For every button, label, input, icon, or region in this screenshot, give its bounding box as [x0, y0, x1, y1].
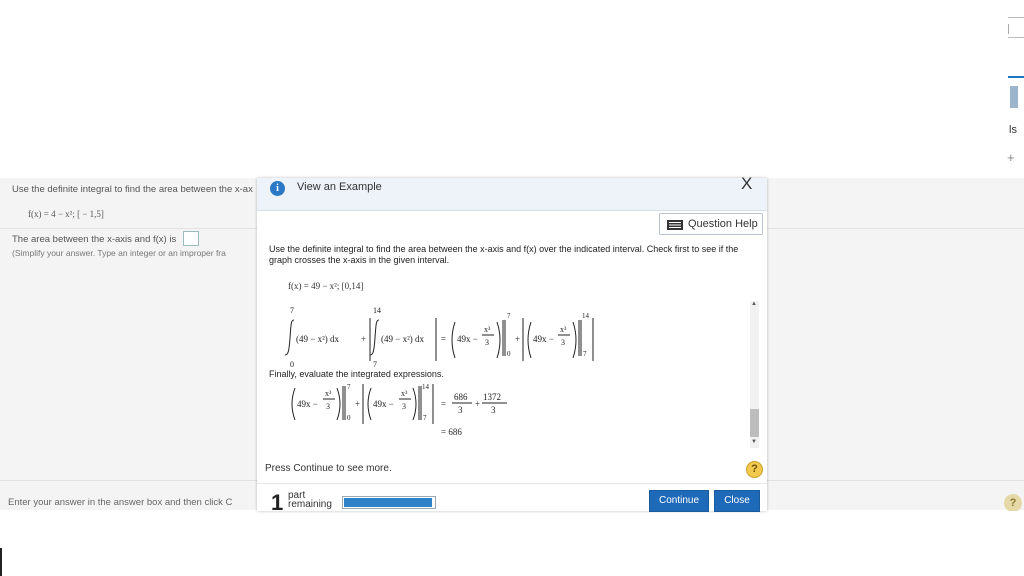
- eval-lower: 0: [347, 414, 351, 422]
- paren: [291, 387, 296, 421]
- evaluation-expression: 49x − x³ 3 7 0 + 49x − x³ 3 14 7 = 686 3…: [291, 383, 507, 437]
- upper-limit: 7: [290, 306, 294, 315]
- parts-remaining-count: 1: [271, 490, 284, 515]
- continue-button[interactable]: Continue: [649, 490, 709, 512]
- divider: [1008, 17, 1024, 18]
- plus-sign: +: [475, 399, 480, 409]
- fraction-denominator: 3: [326, 402, 330, 411]
- bg-question-text: Use the definite integral to find the ar…: [12, 184, 253, 195]
- bg-footer-text: Enter your answer in the answer box and …: [8, 497, 233, 508]
- plus-sign: +: [361, 334, 366, 344]
- divider: [1008, 37, 1024, 38]
- divider: [1008, 24, 1009, 34]
- plus-sign: +: [355, 399, 360, 409]
- scroll-thumb[interactable]: [750, 409, 759, 437]
- scroll-down-icon[interactable]: ▼: [751, 439, 757, 445]
- eval-upper: 14: [422, 383, 430, 391]
- result-denominator: 3: [491, 405, 496, 415]
- paren: [527, 321, 532, 359]
- list-icon: [667, 220, 683, 230]
- dialog-title: View an Example: [297, 181, 382, 193]
- eval-upper: 14: [582, 312, 590, 320]
- press-continue-text: Press Continue to see more.: [265, 463, 392, 474]
- question-help-label: Question Help: [688, 218, 758, 230]
- progress-bar: [342, 496, 436, 509]
- close-button[interactable]: Close: [714, 490, 760, 512]
- paren: [412, 387, 417, 421]
- fraction-numerator: x³: [325, 389, 332, 398]
- eval-upper: 7: [347, 383, 351, 391]
- result-numerator: 686: [454, 392, 468, 402]
- integral-split-expression: 7 0 (49 − x²) dx + 14 7 (49 − x²) dx = 4…: [284, 306, 594, 369]
- lower-limit: 0: [290, 360, 294, 369]
- expand-icon[interactable]: +: [1007, 150, 1015, 165]
- progress-fill: [344, 498, 432, 507]
- close-icon[interactable]: X: [741, 174, 752, 194]
- result-numerator: 1372: [483, 392, 501, 402]
- lower-limit: 7: [373, 360, 377, 369]
- bg-area-label: The area between the x-axis and f(x) is: [12, 234, 177, 245]
- panel-handle[interactable]: [1010, 86, 1018, 108]
- fraction-denominator: 3: [485, 338, 489, 347]
- antiderivative: 49x −: [297, 399, 318, 409]
- scroll-up-icon[interactable]: ▲: [751, 301, 757, 307]
- eval-lower: 0: [507, 350, 511, 358]
- function-text: f(x) = 49 − x²; [0,14]: [288, 281, 364, 291]
- antiderivative: 49x −: [457, 334, 478, 344]
- equals-sign: =: [441, 399, 446, 409]
- eval-lower: 7: [423, 414, 427, 422]
- paren: [496, 321, 501, 359]
- paren: [367, 387, 372, 421]
- bg-function-text: f(x) = 4 − x²; [ − 1,5]: [28, 209, 104, 219]
- dialog-header: i View an Example X: [257, 174, 767, 211]
- fraction-denominator: 3: [402, 402, 406, 411]
- fraction-denominator: 3: [561, 338, 565, 347]
- example-dialog: i View an Example X Question Help Use th…: [257, 174, 767, 515]
- instructions: Use the definite integral to find the ar…: [269, 244, 739, 265]
- integral-sign: [369, 319, 380, 356]
- antiderivative: 49x −: [533, 334, 554, 344]
- tab-indicator: [1008, 76, 1024, 78]
- paren: [336, 387, 341, 421]
- eval-lower: 7: [583, 350, 587, 358]
- fraction-numerator: x³: [484, 325, 491, 334]
- plus-sign: +: [515, 334, 520, 344]
- antiderivative: 49x −: [373, 399, 394, 409]
- integrand: (49 − x²) dx: [296, 334, 340, 344]
- parts-remaining-label: part remaining: [288, 490, 332, 510]
- bg-simplify-hint: (Simplify your answer. Type an integer o…: [12, 248, 226, 258]
- divider: [257, 483, 767, 484]
- final-result: = 686: [441, 427, 462, 437]
- paren: [572, 321, 577, 359]
- answer-input[interactable]: [183, 231, 199, 246]
- eval-upper: 7: [507, 312, 511, 320]
- equals-sign: =: [441, 334, 446, 344]
- fraction-numerator: x³: [401, 389, 408, 398]
- finally-text: Finally, evaluate the integrated express…: [269, 369, 444, 379]
- paren: [451, 321, 456, 359]
- scrollbar[interactable]: ▲ ▼: [750, 301, 759, 448]
- right-panel-label: ls: [1009, 124, 1017, 136]
- bottom-area: [0, 511, 1024, 576]
- integrand: (49 − x²) dx: [381, 334, 425, 344]
- help-icon[interactable]: ?: [746, 461, 763, 478]
- question-help-button[interactable]: Question Help: [659, 213, 763, 235]
- edge-bar: [0, 548, 2, 576]
- fraction-numerator: x³: [560, 325, 567, 334]
- upper-limit: 14: [373, 306, 381, 315]
- result-denominator: 3: [458, 405, 463, 415]
- integral-sign: [284, 319, 295, 356]
- info-icon: i: [270, 181, 285, 196]
- help-icon[interactable]: ?: [1004, 494, 1022, 512]
